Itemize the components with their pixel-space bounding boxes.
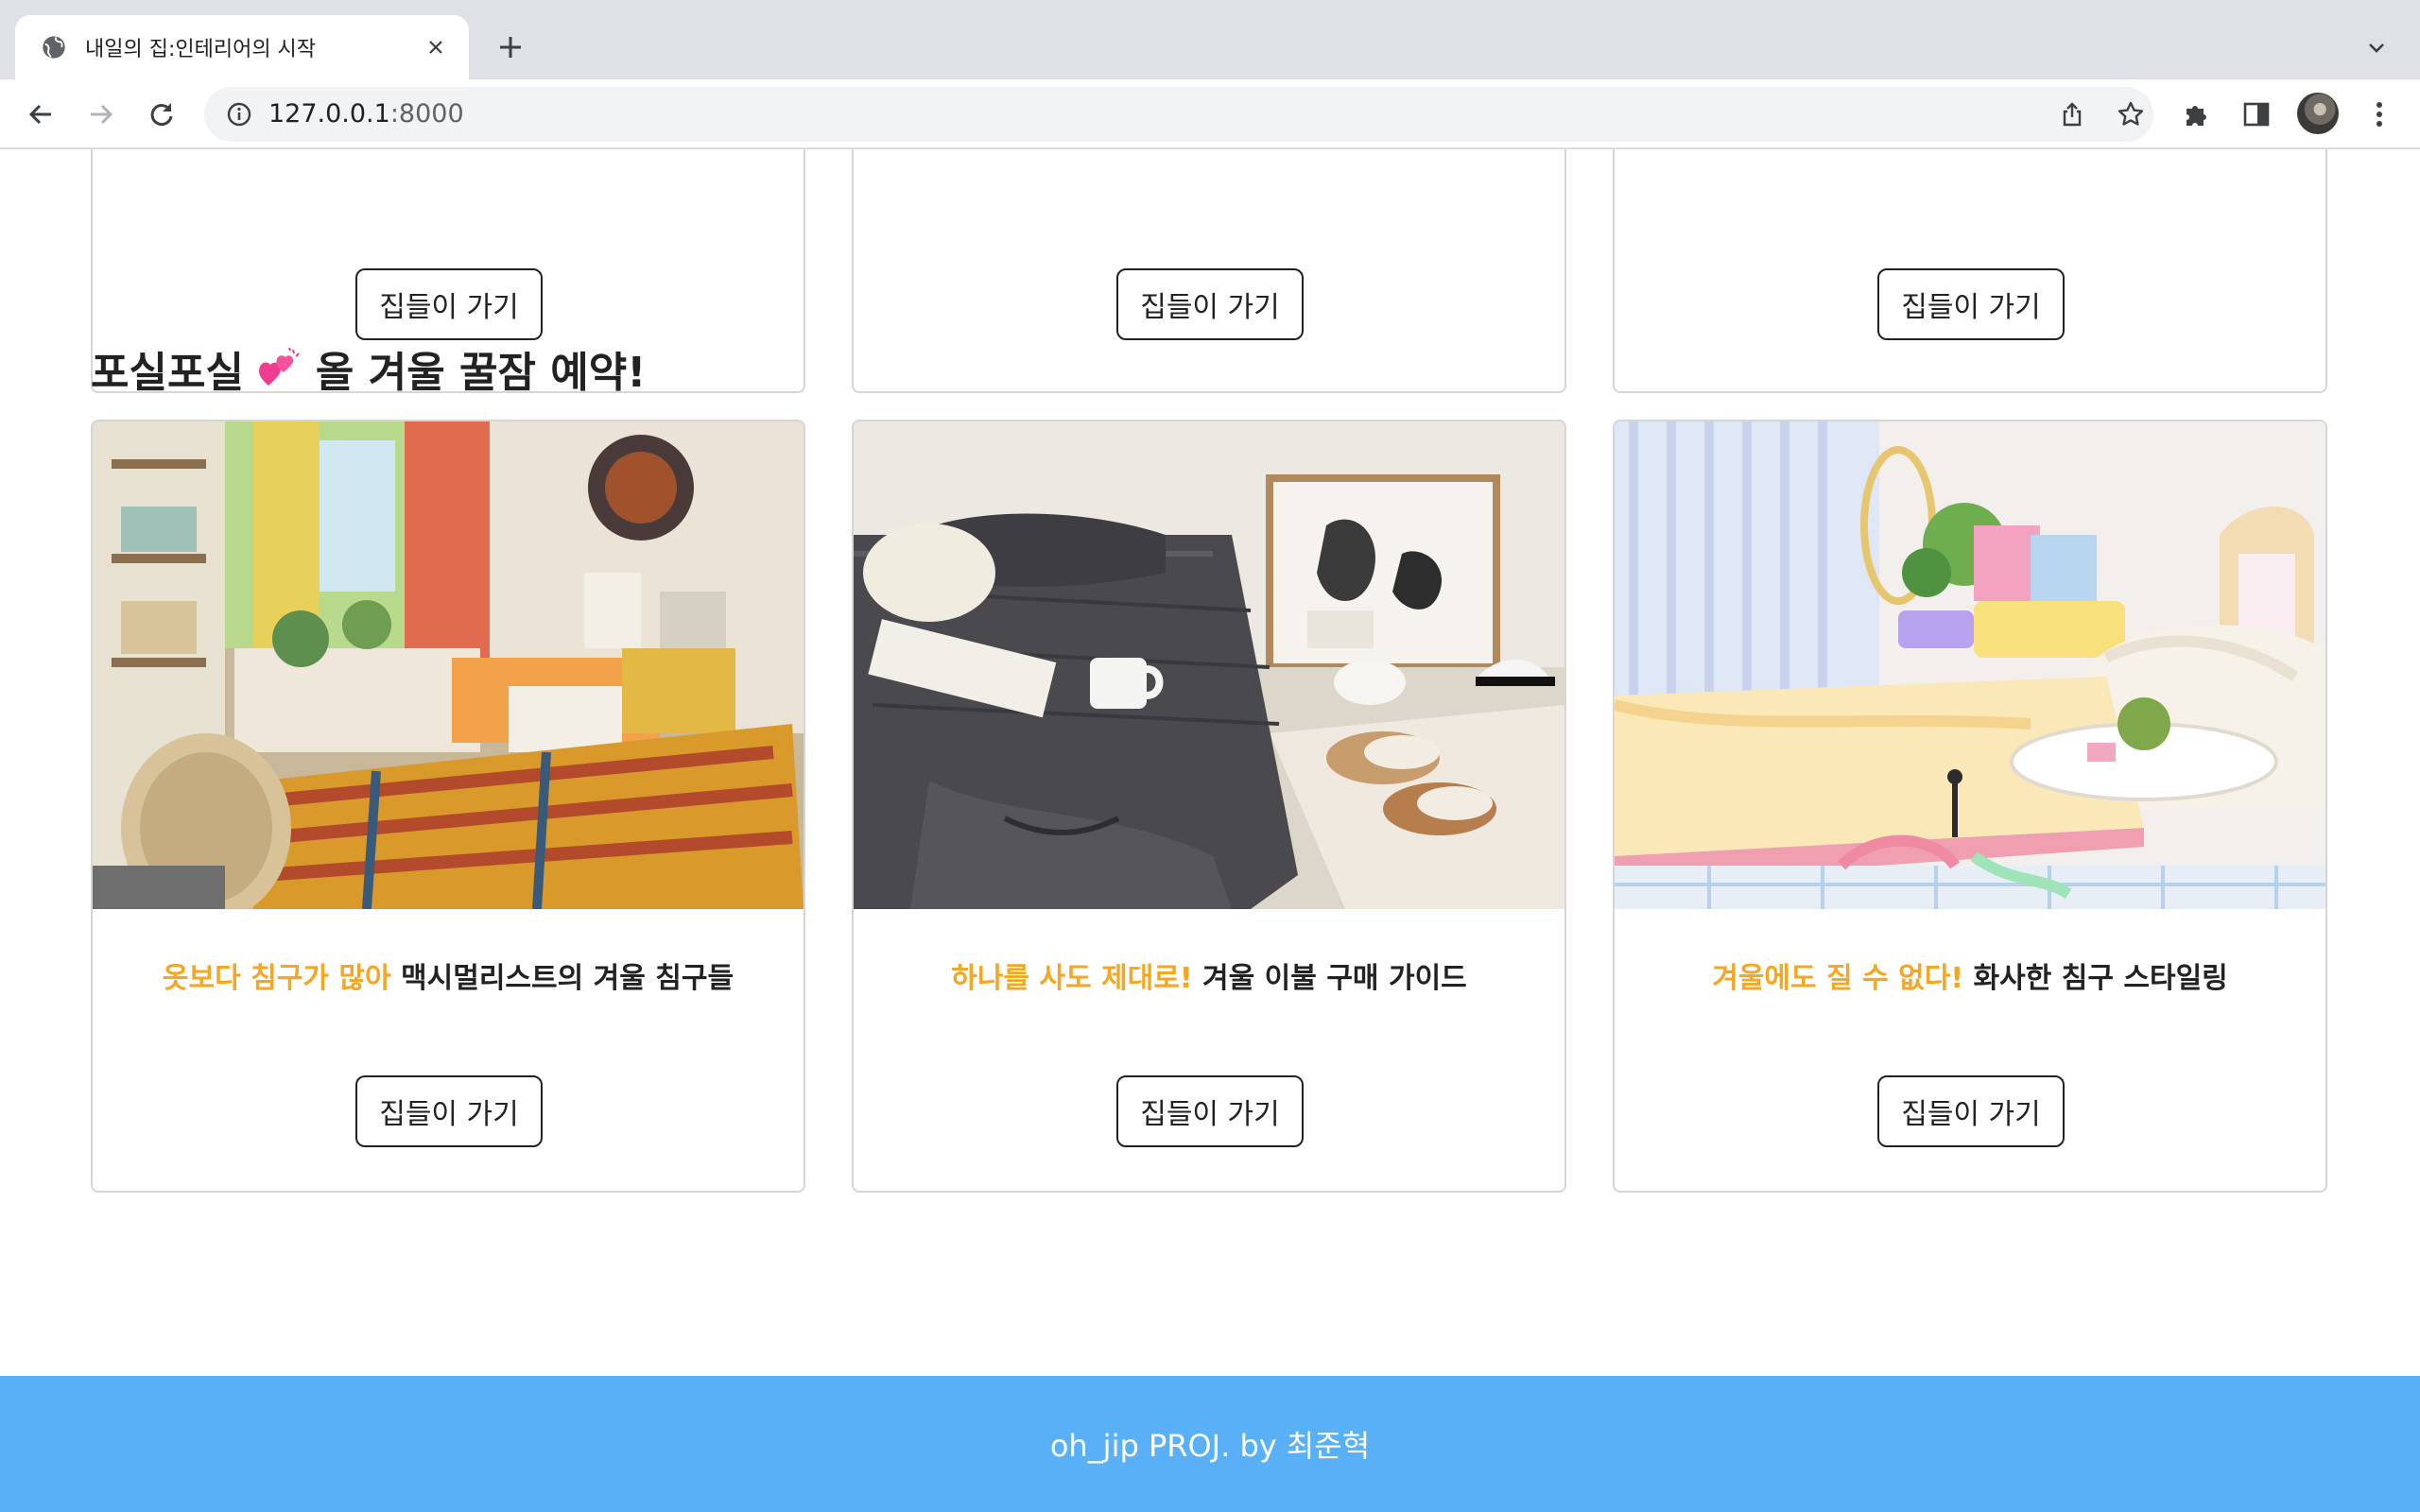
tab-title: 내일의 집:인테리어의 시작 — [85, 38, 317, 61]
caption-highlight: 하나를 사도 제대로! — [951, 962, 1193, 995]
site-footer: oh_jip PROJ. by 최준혁 — [0, 1376, 2420, 1512]
extensions-icon[interactable] — [2176, 94, 2216, 134]
caption-text: 화사한 침구 스타일링 — [1963, 962, 2228, 995]
chevron-down-icon[interactable] — [2360, 30, 2394, 64]
card-image[interactable] — [1615, 421, 2325, 909]
url-text: 127.0.0.1:8000 — [268, 99, 464, 129]
card-caption: 겨울에도 질 수 없다! 화사한 침구 스타일링 — [1615, 954, 2325, 996]
card-caption: 옷보다 침구가 많아 맥시멀리스트의 겨울 침구들 — [93, 954, 804, 996]
caption-text: 맥시멀리스트의 겨울 침구들 — [390, 962, 735, 995]
housewarming-button[interactable]: 집들이 가기 — [1116, 1075, 1304, 1147]
side-panel-icon[interactable] — [2237, 94, 2276, 134]
url-host: 127.0.0.1 — [268, 99, 390, 129]
info-icon[interactable] — [225, 100, 253, 129]
web-page: 집들이 가기 집들이 가기 집들이 가기 포실포실 올 겨울 꿀잠 예약! 옷보… — [0, 149, 2420, 1512]
caption-text: 겨울 이불 구매 가이드 — [1192, 962, 1467, 995]
url-port: :8000 — [389, 99, 464, 129]
new-tab-icon[interactable] — [492, 28, 529, 66]
tab-strip: 내일의 집:인테리어의 시작 — [0, 0, 2420, 79]
card-caption: 하나를 사도 제대로! 겨울 이불 구매 가이드 — [854, 954, 1564, 996]
section-title-after: 올 겨울 꿀잠 예약! — [315, 349, 647, 397]
housewarming-button[interactable]: 집들이 가기 — [1116, 268, 1304, 340]
browser-tab[interactable]: 내일의 집:인테리어의 시작 — [15, 15, 469, 79]
reload-icon[interactable] — [142, 94, 182, 134]
close-tab-icon[interactable] — [422, 33, 450, 61]
card-image[interactable] — [854, 421, 1564, 909]
section-title: 포실포실 올 겨울 꿀잠 예약! — [91, 338, 646, 399]
profile-avatar[interactable] — [2297, 93, 2339, 134]
bookmark-star-icon[interactable] — [2116, 99, 2146, 129]
forward-icon[interactable] — [81, 94, 121, 134]
caption-highlight: 옷보다 침구가 많아 — [162, 962, 391, 995]
back-icon[interactable] — [21, 94, 60, 134]
previous-card-3: 집들이 가기 — [1613, 149, 2327, 393]
content-card-2[interactable]: 하나를 사도 제대로! 겨울 이불 구매 가이드 집들이 가기 — [852, 420, 1566, 1193]
globe-icon — [40, 33, 68, 61]
address-bar[interactable]: 127.0.0.1:8000 — [204, 87, 2153, 142]
section-title-before: 포실포실 — [91, 349, 244, 397]
housewarming-button[interactable]: 집들이 가기 — [1877, 1075, 2065, 1147]
browser-toolbar: 127.0.0.1:8000 — [0, 79, 2420, 149]
housewarming-button[interactable]: 집들이 가기 — [355, 1075, 543, 1147]
content-card-1[interactable]: 옷보다 침구가 많아 맥시멀리스트의 겨울 침구들 집들이 가기 — [91, 420, 805, 1193]
card-image[interactable] — [93, 421, 804, 909]
housewarming-button[interactable]: 집들이 가기 — [355, 268, 543, 340]
share-icon[interactable] — [2057, 99, 2087, 129]
previous-card-2: 집들이 가기 — [852, 149, 1566, 393]
content-card-3[interactable]: 겨울에도 질 수 없다! 화사한 침구 스타일링 집들이 가기 — [1613, 420, 2327, 1193]
housewarming-button[interactable]: 집들이 가기 — [1877, 268, 2065, 340]
two-hearts-emoji-icon — [255, 344, 304, 393]
caption-highlight: 겨울에도 질 수 없다! — [1712, 962, 1964, 995]
more-menu-icon[interactable] — [2360, 94, 2399, 134]
footer-text: oh_jip PROJ. by 최준혁 — [1049, 1428, 1371, 1464]
